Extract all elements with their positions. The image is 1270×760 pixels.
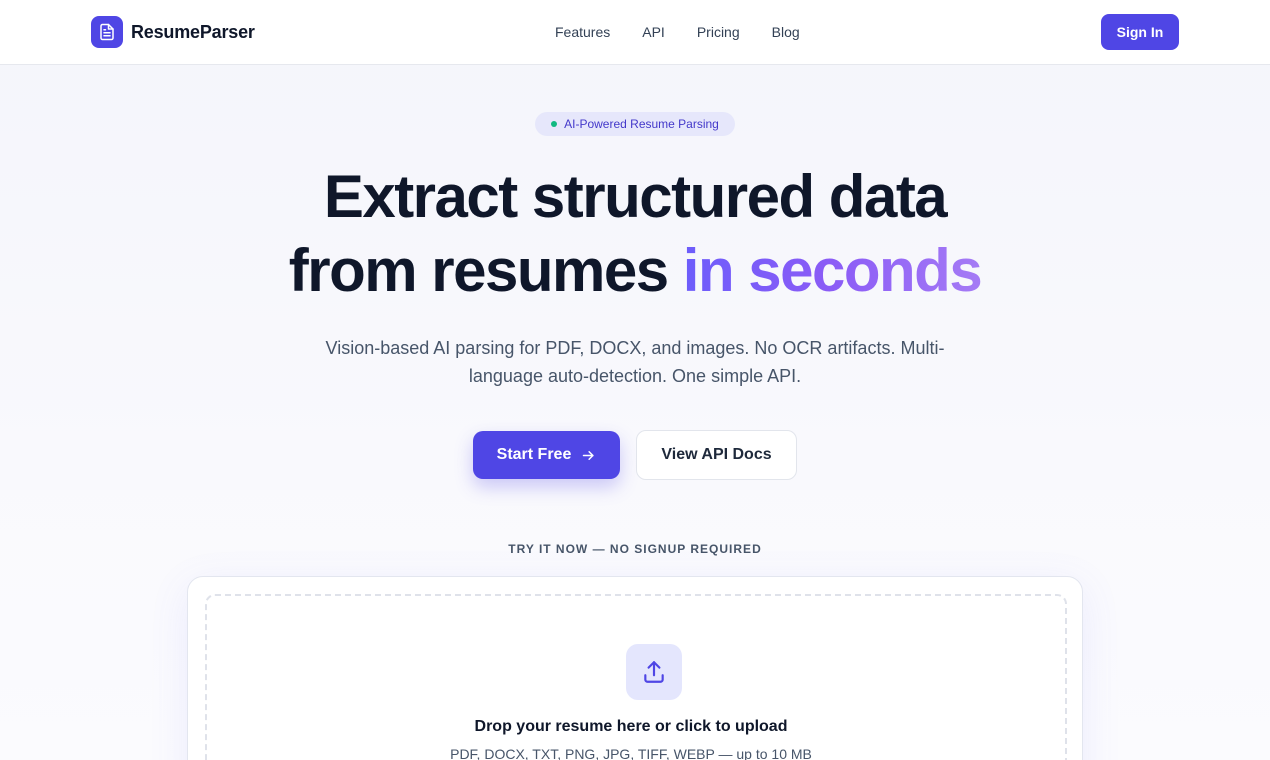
headline-line-2: from resumes xyxy=(288,237,683,304)
document-icon xyxy=(91,16,123,48)
upload-icon xyxy=(626,644,682,700)
hero-badge: AI-Powered Resume Parsing xyxy=(535,112,735,136)
nav-link-api[interactable]: API xyxy=(642,22,665,42)
top-navigation-bar: ResumeParser Features API Pricing Blog S… xyxy=(0,0,1270,65)
hero-subtitle: Vision-based AI parsing for PDF, DOCX, a… xyxy=(325,338,945,386)
upload-card: Drop your resume here or click to upload… xyxy=(187,576,1083,760)
start-free-label: Start Free xyxy=(496,446,572,463)
headline-accent: in seconds xyxy=(682,237,983,304)
hero-headline: Extract structured data from resumes in … xyxy=(0,160,1270,308)
dropzone-title: Drop your resume here or click to upload xyxy=(474,718,788,735)
arrow-right-icon xyxy=(583,450,594,460)
nav-link-blog[interactable]: Blog xyxy=(772,22,800,42)
sign-in-button[interactable]: Sign In xyxy=(1101,14,1179,50)
nav-link-features[interactable]: Features xyxy=(555,22,610,42)
headline-line-1: Extract structured data xyxy=(323,163,948,230)
hero-badge-label: AI-Powered Resume Parsing xyxy=(564,117,719,131)
start-free-button[interactable]: Start Free xyxy=(473,431,620,479)
dropzone-formats: PDF, DOCX, TXT, PNG, JPG, TIFF, WEBP — u… xyxy=(450,746,812,760)
brand-name: ResumeParser xyxy=(131,21,255,42)
resume-dropzone[interactable]: Drop your resume here or click to upload… xyxy=(205,594,1067,760)
view-api-docs-button[interactable]: View API Docs xyxy=(636,430,797,480)
main-nav: Features API Pricing Blog xyxy=(555,22,800,42)
try-it-label: TRY IT NOW — NO SIGNUP REQUIRED xyxy=(508,542,762,556)
brand[interactable]: ResumeParser xyxy=(91,16,255,48)
nav-link-pricing[interactable]: Pricing xyxy=(697,22,740,42)
status-dot-icon xyxy=(551,121,558,127)
